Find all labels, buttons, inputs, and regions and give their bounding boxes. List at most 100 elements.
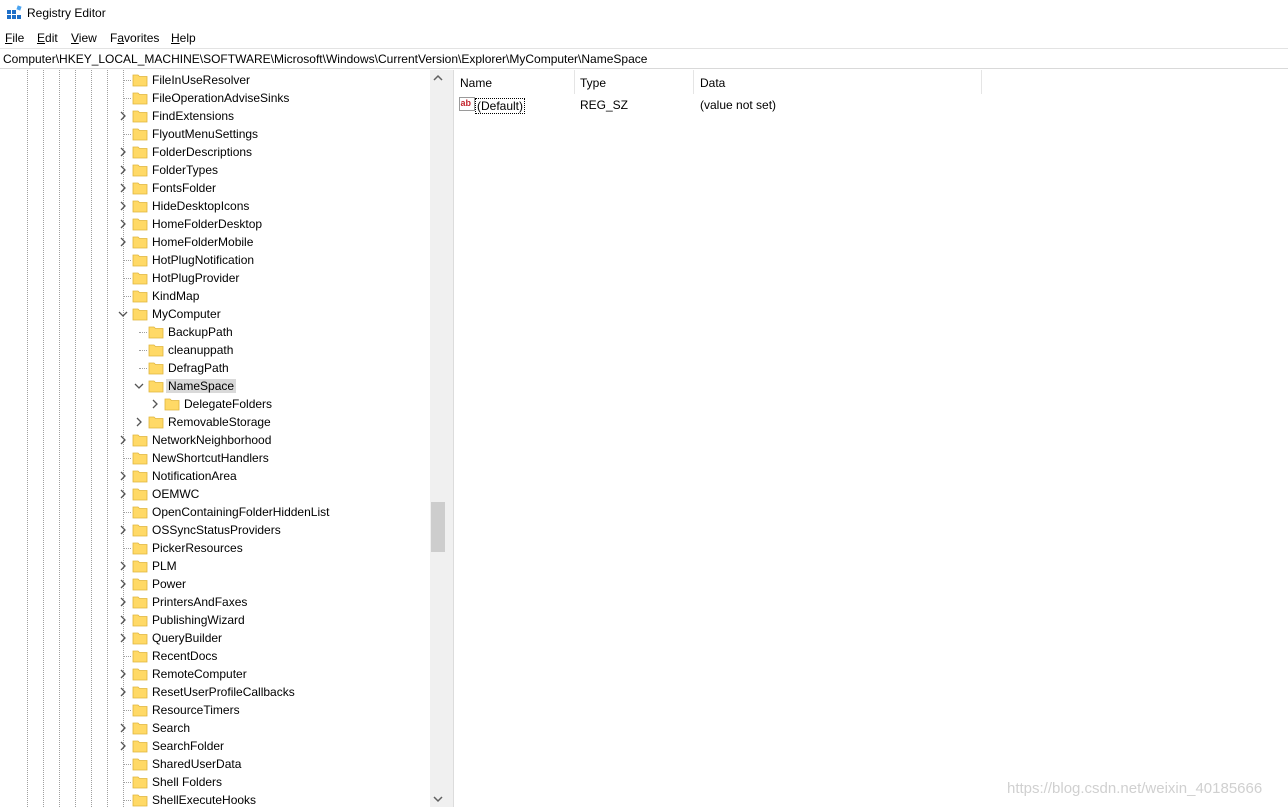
tree-item[interactable]: ShellExecuteHooks xyxy=(0,791,430,807)
folder-icon xyxy=(132,758,148,771)
chevron-right-icon[interactable] xyxy=(117,686,129,698)
chevron-right-icon[interactable] xyxy=(117,578,129,590)
value-type: REG_SZ xyxy=(580,98,629,112)
tree-item[interactable]: HotPlugNotification xyxy=(0,251,430,269)
tree-item[interactable]: RecentDocs xyxy=(0,647,430,665)
tree-item-label: QueryBuilder xyxy=(152,631,223,645)
tree-item[interactable]: KindMap xyxy=(0,287,430,305)
chevron-down-icon[interactable] xyxy=(133,380,145,392)
chevron-right-icon[interactable] xyxy=(117,110,129,122)
tree-item-label: HotPlugProvider xyxy=(152,271,240,285)
tree-item[interactable]: QueryBuilder xyxy=(0,629,430,647)
chevron-right-icon[interactable] xyxy=(117,488,129,500)
tree-item[interactable]: FindExtensions xyxy=(0,107,430,125)
chevron-right-icon[interactable] xyxy=(117,596,129,608)
tree-item[interactable]: OpenContainingFolderHiddenList xyxy=(0,503,430,521)
tree-item[interactable]: SearchFolder xyxy=(0,737,430,755)
tree-item-label: FileInUseResolver xyxy=(152,73,251,87)
tree-item[interactable]: FolderDescriptions xyxy=(0,143,430,161)
tree-item[interactable]: NewShortcutHandlers xyxy=(0,449,430,467)
column-header-name[interactable]: Name xyxy=(454,70,575,94)
folder-icon xyxy=(132,596,148,609)
tree-item[interactable]: Search xyxy=(0,719,430,737)
chevron-right-icon[interactable] xyxy=(117,560,129,572)
tree-item-label: HomeFolderDesktop xyxy=(152,217,263,231)
tree-item[interactable]: SharedUserData xyxy=(0,755,430,773)
tree-scrollbar[interactable] xyxy=(430,70,446,807)
tree-item[interactable]: HotPlugProvider xyxy=(0,269,430,287)
tree-item[interactable]: PickerResources xyxy=(0,539,430,557)
chevron-right-icon[interactable] xyxy=(117,146,129,158)
folder-icon xyxy=(132,614,148,627)
chevron-right-icon[interactable] xyxy=(117,740,129,752)
value-list[interactable]: Name Type Data ab (Default) REG_SZ (valu… xyxy=(454,70,1288,807)
menu-file[interactable]: File xyxy=(5,31,24,45)
tree-item[interactable]: FileOperationAdviseSinks xyxy=(0,89,430,107)
menu-view[interactable]: View xyxy=(71,31,97,45)
tree-item[interactable]: HideDesktopIcons xyxy=(0,197,430,215)
chevron-right-icon[interactable] xyxy=(117,470,129,482)
value-row[interactable]: ab (Default) REG_SZ (value not set) xyxy=(454,96,1054,114)
chevron-right-icon[interactable] xyxy=(117,164,129,176)
key-tree[interactable]: FileInUseResolver FileOperationAdviseSink… xyxy=(0,70,446,807)
column-header-type[interactable]: Type xyxy=(574,70,694,94)
menu-help[interactable]: Help xyxy=(171,31,196,45)
tree-item-label: HotPlugNotification xyxy=(152,253,255,267)
column-header-data[interactable]: Data xyxy=(694,70,982,94)
scroll-thumb[interactable] xyxy=(431,502,445,552)
tree-item[interactable]: PublishingWizard xyxy=(0,611,430,629)
tree-item[interactable]: NetworkNeighborhood xyxy=(0,431,430,449)
menu-favorites[interactable]: Favorites xyxy=(110,31,159,45)
tree-item[interactable]: FontsFolder xyxy=(0,179,430,197)
tree-item[interactable]: ResourceTimers xyxy=(0,701,430,719)
menu-edit[interactable]: Edit xyxy=(37,31,58,45)
tree-item[interactable]: ResetUserProfileCallbacks xyxy=(0,683,430,701)
tree-item[interactable]: FolderTypes xyxy=(0,161,430,179)
tree-item[interactable]: NotificationArea xyxy=(0,467,430,485)
tree-item[interactable]: BackupPath xyxy=(0,323,430,341)
chevron-down-icon[interactable] xyxy=(117,308,129,320)
chevron-right-icon[interactable] xyxy=(117,524,129,536)
tree-item-label: NotificationArea xyxy=(152,469,237,483)
folder-icon xyxy=(148,326,164,339)
chevron-right-icon[interactable] xyxy=(117,182,129,194)
chevron-right-icon[interactable] xyxy=(117,614,129,626)
scroll-up-arrow-icon[interactable] xyxy=(433,73,443,83)
tree-item[interactable]: FlyoutMenuSettings xyxy=(0,125,430,143)
tree-connector xyxy=(123,548,131,549)
tree-item[interactable]: DelegateFolders xyxy=(0,395,430,413)
tree-item[interactable]: HomeFolderMobile xyxy=(0,233,430,251)
tree-item[interactable]: DefragPath xyxy=(0,359,430,377)
tree-item[interactable]: PrintersAndFaxes xyxy=(0,593,430,611)
tree-item[interactable]: NameSpace xyxy=(0,377,430,395)
tree-item[interactable]: HomeFolderDesktop xyxy=(0,215,430,233)
tree-item[interactable]: RemoteComputer xyxy=(0,665,430,683)
tree-item[interactable]: Shell Folders xyxy=(0,773,430,791)
tree-item[interactable]: cleanuppath xyxy=(0,341,430,359)
scroll-down-arrow-icon[interactable] xyxy=(433,794,443,804)
chevron-right-icon[interactable] xyxy=(117,434,129,446)
tree-item[interactable]: PLM xyxy=(0,557,430,575)
tree-item[interactable]: OEMWC xyxy=(0,485,430,503)
tree-item[interactable]: MyComputer xyxy=(0,305,430,323)
chevron-right-icon[interactable] xyxy=(117,668,129,680)
chevron-right-icon[interactable] xyxy=(117,632,129,644)
chevron-right-icon[interactable] xyxy=(149,398,161,410)
folder-icon xyxy=(132,668,148,681)
chevron-right-icon[interactable] xyxy=(133,416,145,428)
folder-icon xyxy=(132,200,148,213)
tree-item[interactable]: FileInUseResolver xyxy=(0,71,430,89)
address-bar[interactable]: Computer\HKEY_LOCAL_MACHINE\SOFTWARE\Mic… xyxy=(0,48,1288,69)
chevron-right-icon[interactable] xyxy=(117,218,129,230)
address-path[interactable]: Computer\HKEY_LOCAL_MACHINE\SOFTWARE\Mic… xyxy=(3,52,647,66)
tree-item[interactable]: RemovableStorage xyxy=(0,413,430,431)
tree-item[interactable]: Power xyxy=(0,575,430,593)
value-name[interactable]: (Default) xyxy=(475,98,526,114)
chevron-right-icon[interactable] xyxy=(117,200,129,212)
chevron-right-icon[interactable] xyxy=(117,722,129,734)
tree-item[interactable]: OSSyncStatusProviders xyxy=(0,521,430,539)
pane-splitter[interactable] xyxy=(446,70,454,807)
tree-connector xyxy=(123,296,131,297)
tree-item-label: RecentDocs xyxy=(152,649,218,663)
chevron-right-icon[interactable] xyxy=(117,236,129,248)
